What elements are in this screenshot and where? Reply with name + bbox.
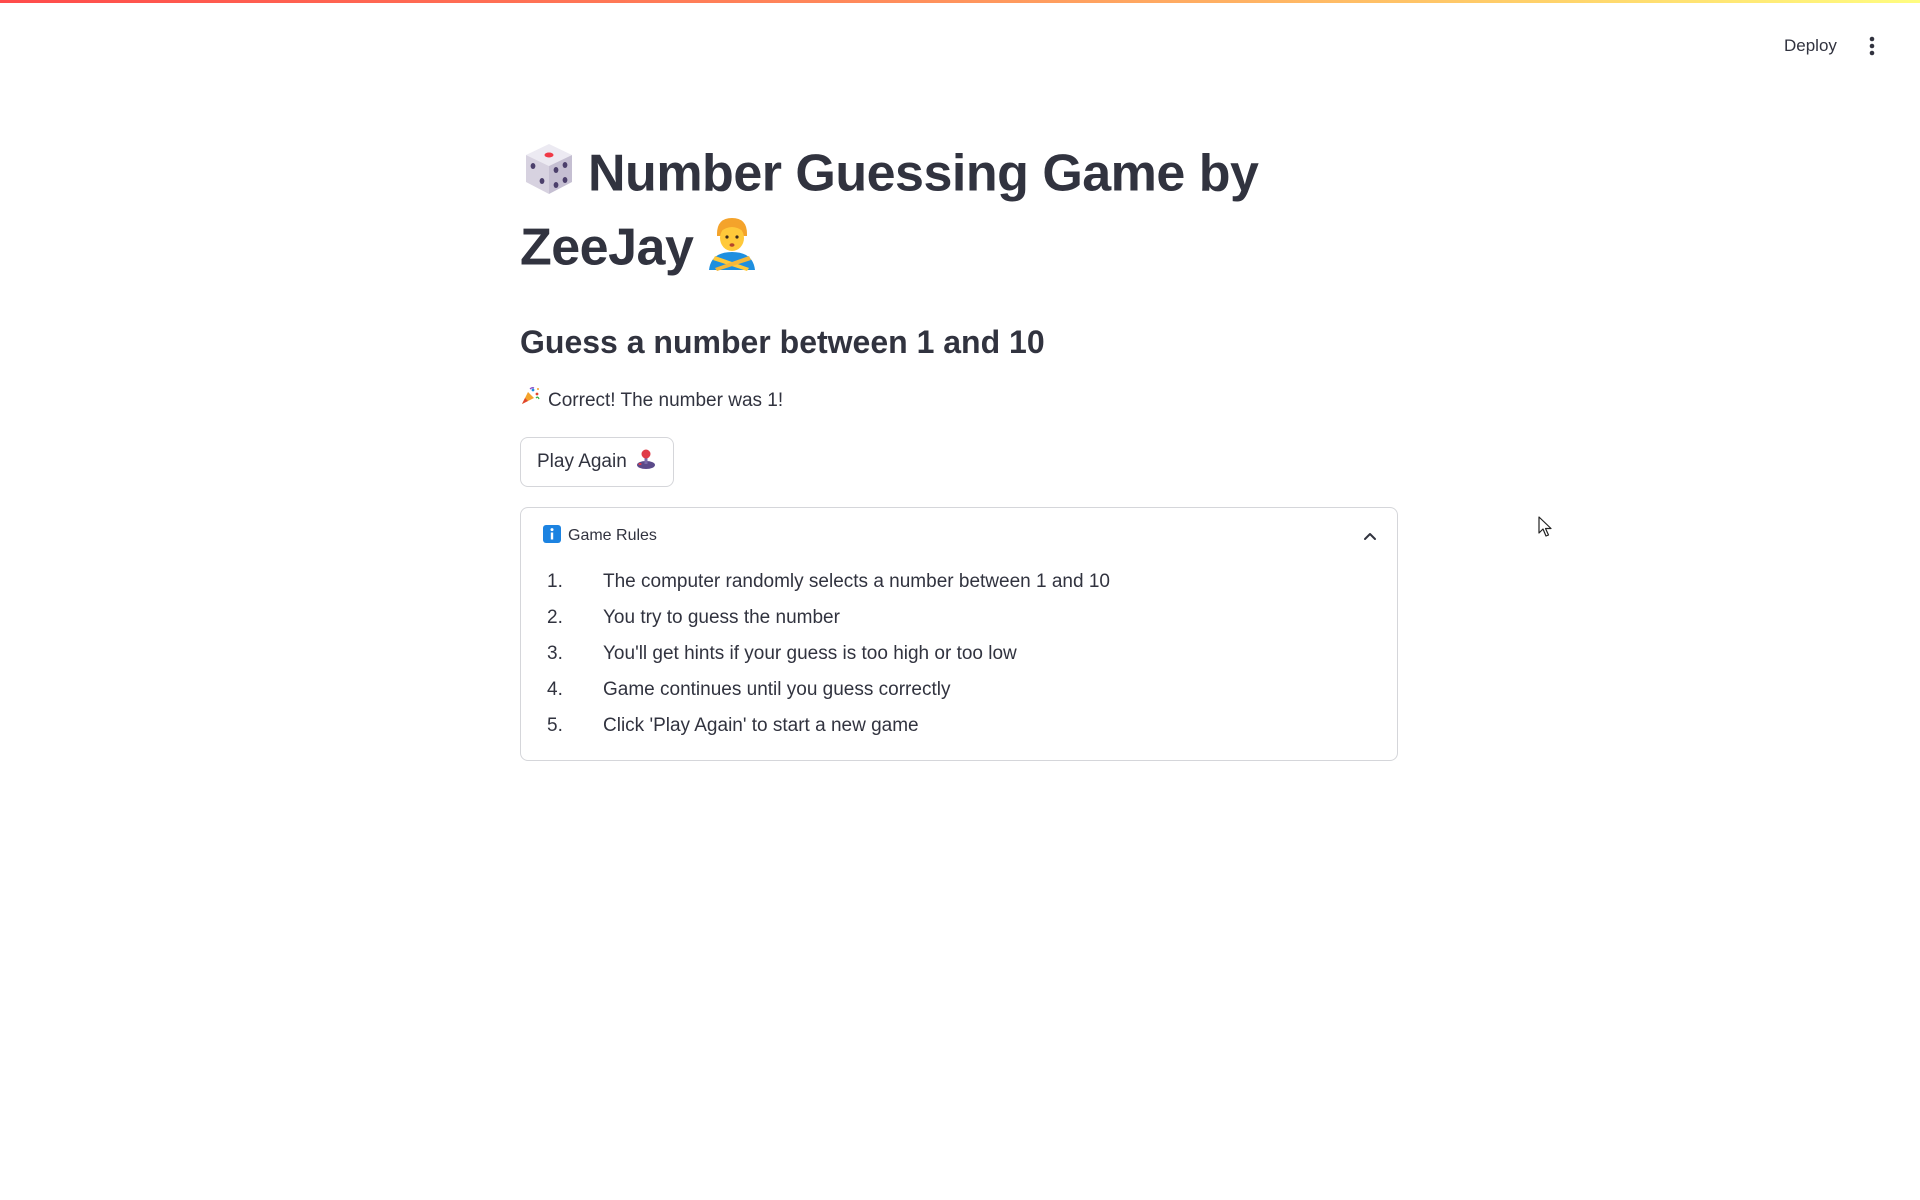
rule-text: You try to guess the number [603,607,840,628]
game-subheader: Guess a number between 1 and 10 [520,324,1045,360]
mouse-cursor-icon [1538,516,1554,543]
rule-number: 3. [547,643,563,664]
title-text-line2: ZeeJay [520,218,694,277]
rule-number: 2. [547,607,563,628]
rule-number: 1. [547,571,563,592]
app-header: Deploy [0,0,1920,90]
rules-list: 1. The computer randomly selects a numbe… [521,564,1397,744]
information-icon [543,524,561,548]
rule-number: 4. [547,679,563,700]
list-item: 4. Game continues until you guess correc… [547,672,1397,708]
vertical-ellipsis-icon [1869,36,1875,56]
chevron-up-icon [1363,532,1377,541]
play-again-label: Play Again [537,451,627,472]
rule-text: Game continues until you guess correctly [603,679,951,700]
deploy-button[interactable]: Deploy [1772,30,1849,62]
list-item: 3. You'll get hints if your guess is too… [547,636,1397,672]
result-text: Correct! The number was 1! [548,389,784,411]
main-content: Number Guessing Game by ZeeJay Guess a n… [520,140,1400,761]
list-item: 2. You try to guess the number [547,600,1397,636]
list-item: 1. The computer randomly selects a numbe… [547,564,1397,600]
rule-number: 5. [547,715,563,736]
game-rules-title: Game Rules [568,527,657,544]
rule-text: Click 'Play Again' to start a new game [603,715,919,736]
main-menu-button[interactable] [1856,30,1888,62]
play-again-button[interactable]: Play Again [520,437,674,487]
page-title: Number Guessing Game by ZeeJay [520,140,1400,288]
game-rules-expander: Game Rules 1. The computer randomly sele… [520,507,1398,761]
dice-icon [520,140,578,214]
title-text-line1: Number Guessing Game by [588,144,1259,203]
rule-text: You'll get hints if your guess is too hi… [603,643,1017,664]
game-rules-toggle[interactable]: Game Rules [521,508,1397,564]
list-item: 5. Click 'Play Again' to start a new gam… [547,708,1397,744]
party-popper-icon [520,386,540,415]
person-gesturing-no-icon [703,214,761,288]
result-message: Correct! The number was 1! [520,386,1400,415]
joystick-icon [635,448,657,476]
rule-text: The computer randomly selects a number b… [603,571,1110,592]
